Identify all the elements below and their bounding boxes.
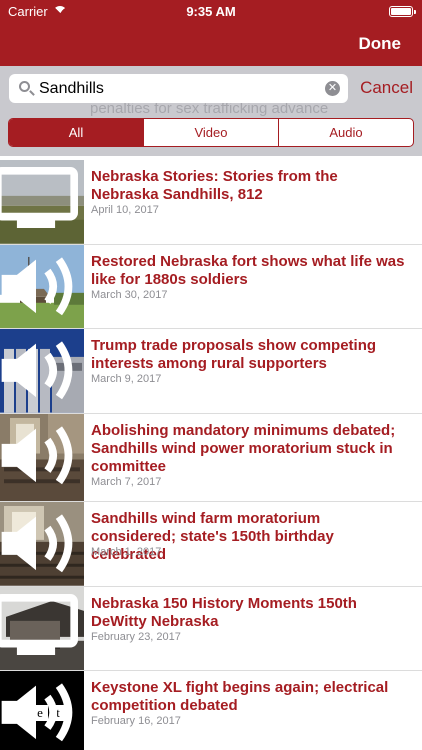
- tab-all[interactable]: All: [9, 119, 143, 146]
- search-panel: penalties for sex trafficking advance ✕ …: [0, 66, 422, 156]
- thumbnail: [0, 502, 84, 586]
- list-item[interactable]: Restored Nebraska fort shows what life w…: [0, 244, 422, 330]
- item-date: March 1, 2017: [91, 546, 162, 559]
- search-input[interactable]: [39, 78, 319, 99]
- list-item[interactable]: Sandhills wind farm moratorium considere…: [0, 502, 422, 587]
- tv-icon: [0, 593, 78, 655]
- item-title: Abolishing mandatory minimums debated; S…: [91, 422, 396, 476]
- status-bar: Carrier 9:35 AM: [0, 0, 422, 22]
- filter-segmented-control: All Video Audio: [8, 118, 414, 147]
- tab-audio[interactable]: Audio: [278, 119, 413, 146]
- tv-icon: [0, 167, 78, 229]
- item-date: March 7, 2017: [91, 476, 162, 489]
- list-item[interactable]: Nebraska Stories: Stories from the Nebra…: [0, 160, 422, 245]
- item-title: Nebraska Stories: Stories from the Nebra…: [91, 168, 338, 203]
- clock: 9:35 AM: [186, 4, 236, 19]
- tab-video[interactable]: Video: [143, 119, 278, 146]
- thumbnail: [0, 160, 84, 244]
- speaker-icon: [0, 336, 78, 405]
- navigation-bar: Carrier 9:35 AM Done: [0, 0, 422, 66]
- thumbnail: [0, 244, 84, 329]
- thumbnail: [0, 586, 84, 671]
- results-list: Nebraska Stories: Stories from the Nebra…: [0, 160, 422, 750]
- list-item[interactable]: n e t Keystone XL fight begins again; el…: [0, 671, 422, 750]
- list-item[interactable]: Abolishing mandatory minimums debated; S…: [0, 414, 422, 503]
- item-title: Restored Nebraska fort shows what life w…: [91, 252, 405, 288]
- list-item[interactable]: Nebraska 150 History Moments 150th DeWit…: [0, 586, 422, 672]
- item-date: February 23, 2017: [91, 630, 181, 643]
- thumbnail: [0, 329, 84, 414]
- clear-icon[interactable]: ✕: [325, 81, 340, 96]
- item-date: April 10, 2017: [91, 204, 159, 216]
- list-item[interactable]: Trump trade proposals show competing int…: [0, 329, 422, 415]
- search-field[interactable]: ✕: [9, 74, 348, 103]
- speaker-icon: [0, 252, 78, 321]
- search-icon: [19, 81, 30, 92]
- thumbnail: [0, 414, 84, 502]
- item-title: Nebraska 150 History Moments 150th DeWit…: [91, 594, 357, 630]
- item-title: Trump trade proposals show competing int…: [91, 337, 377, 373]
- item-date: March 9, 2017: [91, 373, 162, 386]
- item-date: March 30, 2017: [91, 288, 168, 301]
- speaker-icon: [0, 509, 78, 578]
- speaker-icon: [0, 678, 78, 747]
- item-title: Keystone XL fight begins again; electric…: [91, 679, 389, 715]
- item-date: February 16, 2017: [91, 715, 181, 728]
- cancel-button[interactable]: Cancel: [360, 78, 413, 98]
- speaker-icon: [0, 421, 78, 490]
- thumbnail: n e t: [0, 671, 84, 750]
- battery-icon: [389, 6, 416, 17]
- done-button[interactable]: Done: [359, 34, 402, 54]
